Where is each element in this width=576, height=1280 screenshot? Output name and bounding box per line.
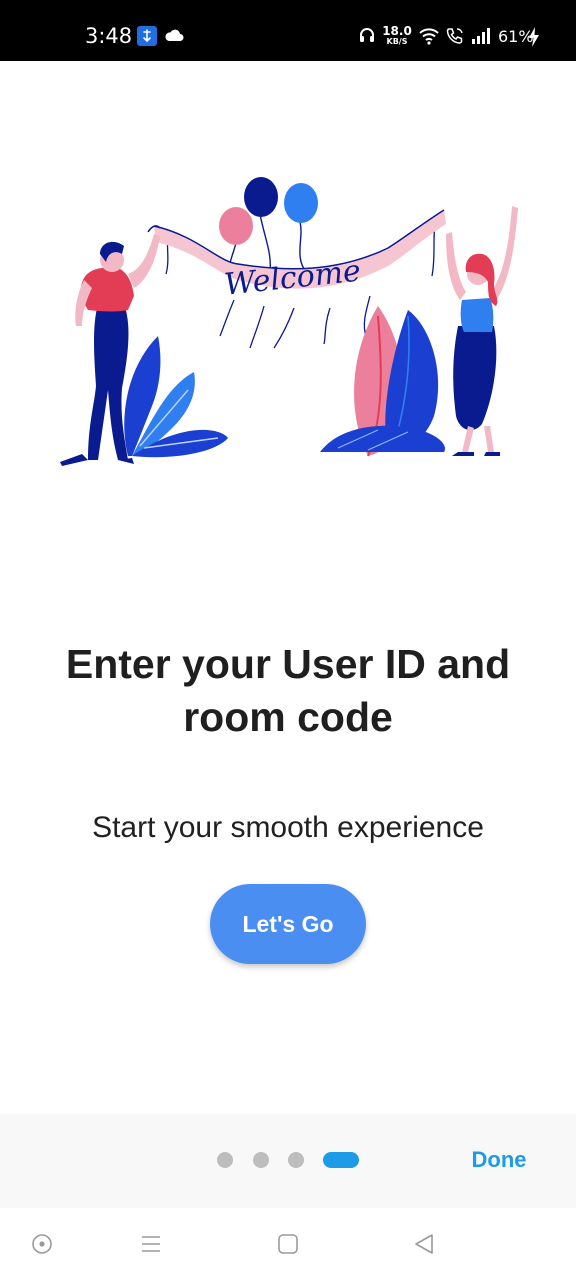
charging-icon	[528, 27, 540, 52]
welcome-illustration: Welcome	[48, 176, 528, 466]
left-plant	[124, 336, 228, 458]
lets-go-button[interactable]: Let's Go	[210, 884, 366, 964]
vpn-key-icon	[137, 26, 157, 46]
assistant-icon[interactable]	[22, 1224, 62, 1264]
system-nav-bar	[0, 1208, 576, 1280]
status-time: 3:48	[85, 24, 133, 48]
network-speed: 18.0 KB/S	[382, 24, 412, 46]
page-dot-4-active[interactable]	[323, 1152, 359, 1168]
done-button[interactable]: Done	[462, 1132, 536, 1188]
page-subtitle: Start your smooth experience	[92, 811, 484, 844]
banner-text: Welcome	[223, 254, 363, 303]
wifi-calling-icon	[445, 27, 465, 50]
menu-icon[interactable]	[131, 1224, 171, 1264]
cloud-icon	[164, 28, 184, 47]
page-dot-3[interactable]	[288, 1152, 304, 1168]
page-dot-2[interactable]	[253, 1152, 269, 1168]
right-plant	[320, 306, 445, 457]
onboarding-pager: Done	[0, 1114, 576, 1208]
headset-icon	[358, 26, 376, 49]
home-icon[interactable]	[268, 1224, 308, 1264]
page-title: Enter your User ID and room code	[65, 641, 511, 740]
signal-icon	[471, 28, 491, 49]
back-icon[interactable]	[404, 1224, 444, 1264]
page-dot-1[interactable]	[217, 1152, 233, 1168]
woman-figure	[446, 206, 518, 456]
status-bar: 3:48 18.0 KB/S 61%	[0, 0, 576, 61]
wifi-icon	[418, 27, 440, 50]
man-figure	[60, 234, 160, 466]
